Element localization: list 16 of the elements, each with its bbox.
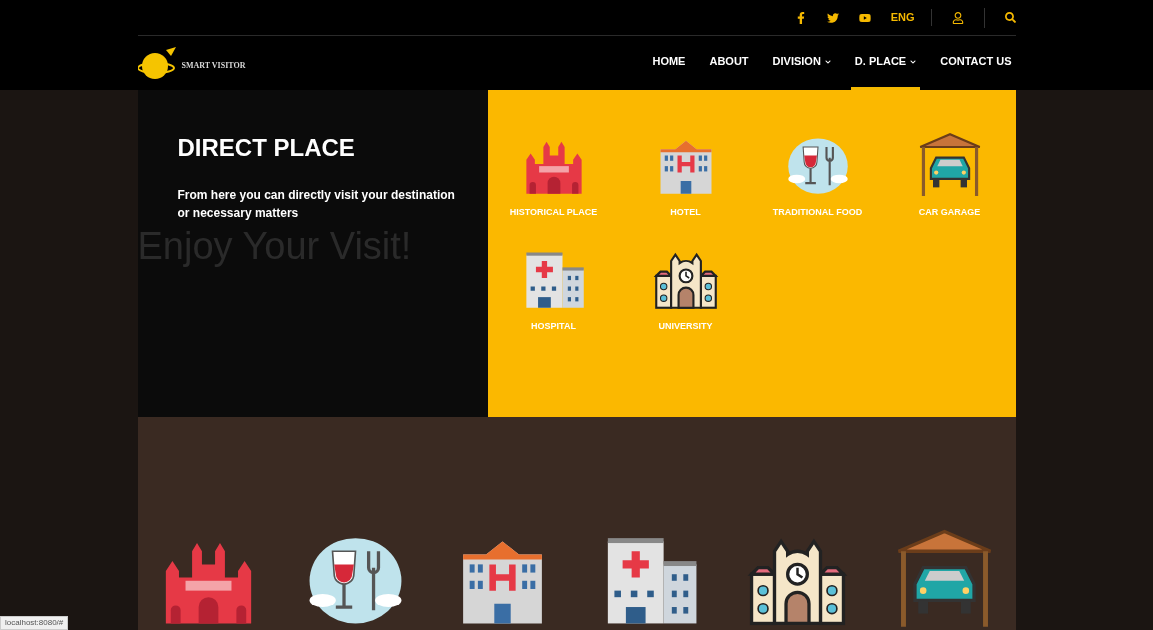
nav-link[interactable]: CONTACT US (936, 36, 1016, 90)
twitter-icon[interactable] (826, 11, 839, 24)
language-link[interactable]: ENG (890, 9, 932, 26)
planet-logo-icon (137, 46, 178, 80)
youtube-icon[interactable] (858, 11, 871, 24)
search-icon[interactable] (1004, 12, 1016, 23)
menu-title: DIRECT PLACE (177, 133, 356, 163)
caret-icon (910, 58, 917, 65)
user-icon[interactable] (951, 11, 964, 24)
menu-description: From here you can directly visit your destination or necessary matters (177, 187, 456, 222)
nav-link[interactable]: HOME (648, 36, 690, 90)
status-url: localhost:8080/# (0, 616, 69, 630)
nav-link[interactable]: DIVISION (768, 36, 835, 90)
nav-link[interactable]: ABOUT (705, 36, 753, 90)
caret-icon (824, 58, 831, 65)
logo-text: SMART VISITOR (181, 60, 246, 72)
